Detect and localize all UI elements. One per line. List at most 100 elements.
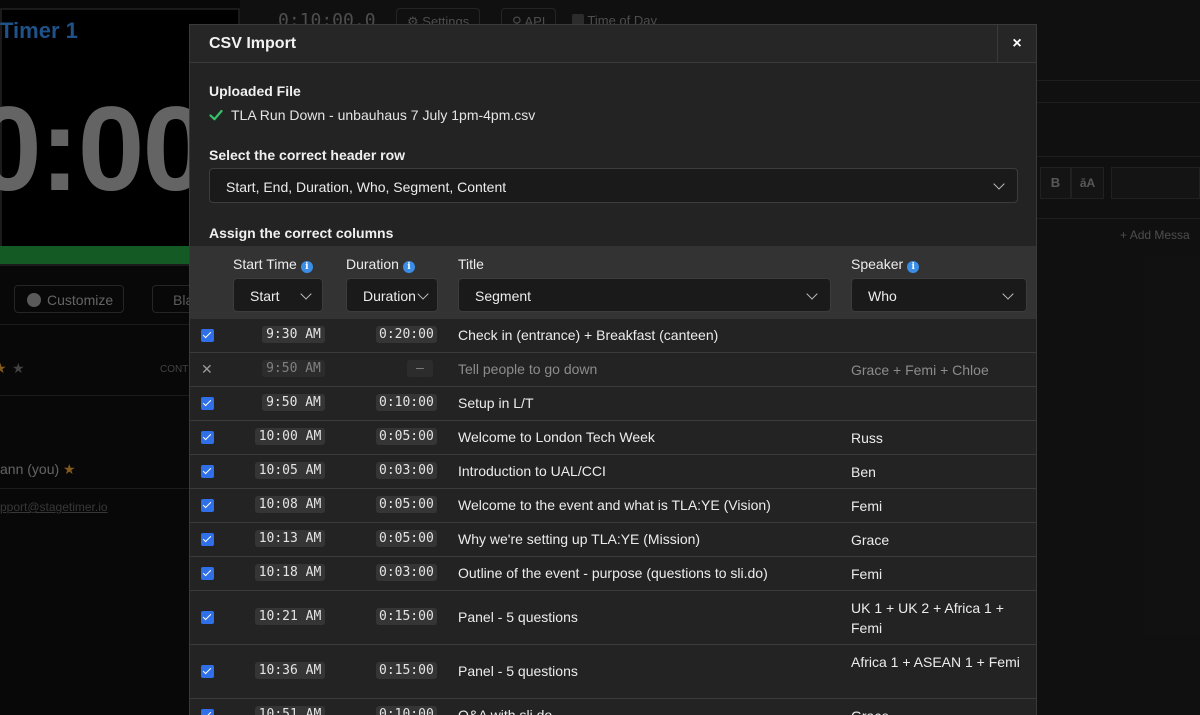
row-include-checkbox[interactable] — [201, 397, 214, 410]
row-speaker: Femi — [851, 498, 883, 514]
chevron-down-icon — [417, 288, 429, 300]
row-title: Tell people to go down — [458, 361, 598, 377]
start-time-column-title: Start Time i — [233, 256, 313, 273]
title-column-title: Title — [458, 256, 484, 272]
info-icon[interactable]: i — [402, 261, 415, 273]
duration-select-value: Duration — [363, 288, 416, 304]
start-time-select-value: Start — [250, 288, 280, 304]
title-title-text: Title — [458, 256, 484, 272]
row-title: Check in (entrance) + Breakfast (canteen… — [458, 327, 719, 343]
row-start-time: 9:50 AM — [262, 360, 325, 377]
row-include-checkbox[interactable] — [201, 665, 214, 678]
row-include-checkbox[interactable] — [201, 329, 214, 342]
row-start-time: 10:00 AM — [255, 428, 325, 445]
row-start-time: 10:51 AM — [255, 706, 325, 715]
title-select-value: Segment — [475, 288, 532, 304]
duration-column-title: Duration i — [346, 256, 415, 273]
row-title: Welcome to the event and what is TLA:YE … — [458, 497, 771, 513]
modal-header: CSV Import × — [190, 25, 1036, 63]
row-start-time: 10:18 AM — [255, 564, 325, 581]
file-name: TLA Run Down - unbauhaus 7 July 1pm-4pm.… — [231, 107, 536, 123]
table-row: 9:50 AM 0:10:00 Setup in L/T — [190, 387, 1036, 421]
row-title: Panel - 5 questions — [458, 609, 578, 625]
row-title: Introduction to UAL/CCI — [458, 463, 606, 479]
row-start-time: 9:30 AM — [262, 326, 325, 343]
row-duration: 0:20:00 — [376, 326, 437, 343]
table-row: 10:05 AM 0:03:00 Introduction to UAL/CCI Be… — [190, 455, 1036, 489]
table-row: 10:00 AM 0:05:00 Welcome to London Tech We… — [190, 421, 1036, 455]
row-speaker: UK 1 + UK 2 + Africa 1 + Femi — [851, 600, 1004, 636]
assign-columns-label: Assign the correct columns — [209, 225, 394, 241]
row-duration: 0:05:00 — [376, 428, 437, 445]
row-excluded-x-icon[interactable]: ✕ — [201, 361, 213, 378]
uploaded-file-label: Uploaded File — [209, 83, 301, 99]
modal-title: CSV Import — [209, 35, 297, 52]
row-start-time: 9:50 AM — [262, 394, 325, 411]
chevron-down-icon — [993, 178, 1005, 190]
row-include-checkbox[interactable] — [201, 709, 214, 715]
row-duration: 0:03:00 — [376, 564, 437, 581]
row-speaker: Grace — [851, 706, 1021, 715]
row-duration: 0:15:00 — [376, 662, 437, 679]
row-duration: 0:05:00 — [376, 496, 437, 513]
row-speaker: Femi — [851, 566, 883, 582]
row-speaker: Grace — [851, 532, 890, 548]
row-start-time: 10:05 AM — [255, 462, 325, 479]
table-row: 10:51 AM 0:10:00 Q&A with sli.do Grace — [190, 699, 1036, 715]
close-button[interactable]: × — [997, 25, 1036, 63]
header-row-select[interactable]: Start, End, Duration, Who, Segment, Cont… — [209, 168, 1018, 203]
column-mapping-header: Start Time i Start Duration i Duration Tit… — [190, 246, 1036, 319]
duration-column-select[interactable]: Duration — [346, 278, 438, 312]
row-include-checkbox[interactable] — [201, 499, 214, 512]
info-icon[interactable]: i — [300, 261, 313, 273]
duration-title-text: Duration — [346, 256, 399, 272]
row-duration: – — [407, 360, 433, 377]
row-duration: 0:10:00 — [376, 394, 437, 411]
row-title: Panel - 5 questions — [458, 663, 578, 679]
close-icon: × — [1012, 35, 1022, 52]
row-include-checkbox[interactable] — [201, 465, 214, 478]
speaker-select-value: Who — [868, 288, 897, 304]
row-title: Setup in L/T — [458, 395, 534, 411]
import-rows: 9:30 AM 0:20:00 Check in (entrance) + Brea… — [190, 319, 1036, 715]
row-title: Welcome to London Tech Week — [458, 429, 655, 445]
row-speaker: Africa 1 + ASEAN 1 + Femi — [851, 654, 1020, 670]
row-title: Why we're setting up TLA:YE (Mission) — [458, 531, 701, 547]
row-start-time: 10:21 AM — [255, 608, 325, 625]
row-include-checkbox[interactable] — [201, 611, 214, 624]
row-duration: 0:03:00 — [376, 462, 437, 479]
speaker-title-text: Speaker — [851, 256, 904, 272]
table-row: ✕ 9:50 AM – Tell people to go down Grace + F… — [190, 353, 1036, 387]
row-duration: 0:10:00 — [376, 706, 437, 715]
table-row: 10:13 AM 0:05:00 Why we're setting up TLA:… — [190, 523, 1036, 557]
table-row: 9:30 AM 0:20:00 Check in (entrance) + Brea… — [190, 319, 1036, 353]
row-duration: 0:15:00 — [376, 608, 437, 625]
speaker-column-select[interactable]: Who — [851, 278, 1027, 312]
uploaded-file: TLA Run Down - unbauhaus 7 July 1pm-4pm.… — [209, 107, 535, 123]
chevron-down-icon — [806, 288, 818, 300]
row-include-checkbox[interactable] — [201, 533, 214, 546]
table-row: 10:08 AM 0:05:00 Welcome to the event and … — [190, 489, 1036, 523]
row-include-checkbox[interactable] — [201, 431, 214, 444]
row-speaker: Grace + Femi + Chloe — [851, 362, 989, 378]
title-column-select[interactable]: Segment — [458, 278, 831, 312]
row-title: Q&A with sli.do — [458, 707, 553, 715]
chevron-down-icon — [1002, 288, 1014, 300]
start-time-column-select[interactable]: Start — [233, 278, 323, 312]
row-speaker: Russ — [851, 430, 883, 446]
chevron-down-icon — [300, 288, 312, 300]
row-start-time: 10:08 AM — [255, 496, 325, 513]
row-title: Outline of the event - purpose (question… — [458, 565, 768, 581]
info-icon[interactable]: i — [907, 261, 920, 273]
row-speaker: Ben — [851, 464, 876, 480]
row-include-checkbox[interactable] — [201, 567, 214, 580]
row-duration: 0:05:00 — [376, 530, 437, 547]
csv-import-modal: CSV Import × Uploaded File TLA Run Down … — [189, 24, 1037, 715]
start-time-title-text: Start Time — [233, 256, 297, 272]
header-row-label: Select the correct header row — [209, 147, 406, 163]
table-row: 10:18 AM 0:03:00 Outline of the event - pu… — [190, 557, 1036, 591]
row-start-time: 10:36 AM — [255, 662, 325, 679]
table-row: 10:36 AM 0:15:00 Panel - 5 questions Africa… — [190, 645, 1036, 699]
header-row-value: Start, End, Duration, Who, Segment, Cont… — [226, 179, 507, 195]
table-row: 10:21 AM 0:15:00 Panel - 5 questions UK 1 +… — [190, 591, 1036, 645]
